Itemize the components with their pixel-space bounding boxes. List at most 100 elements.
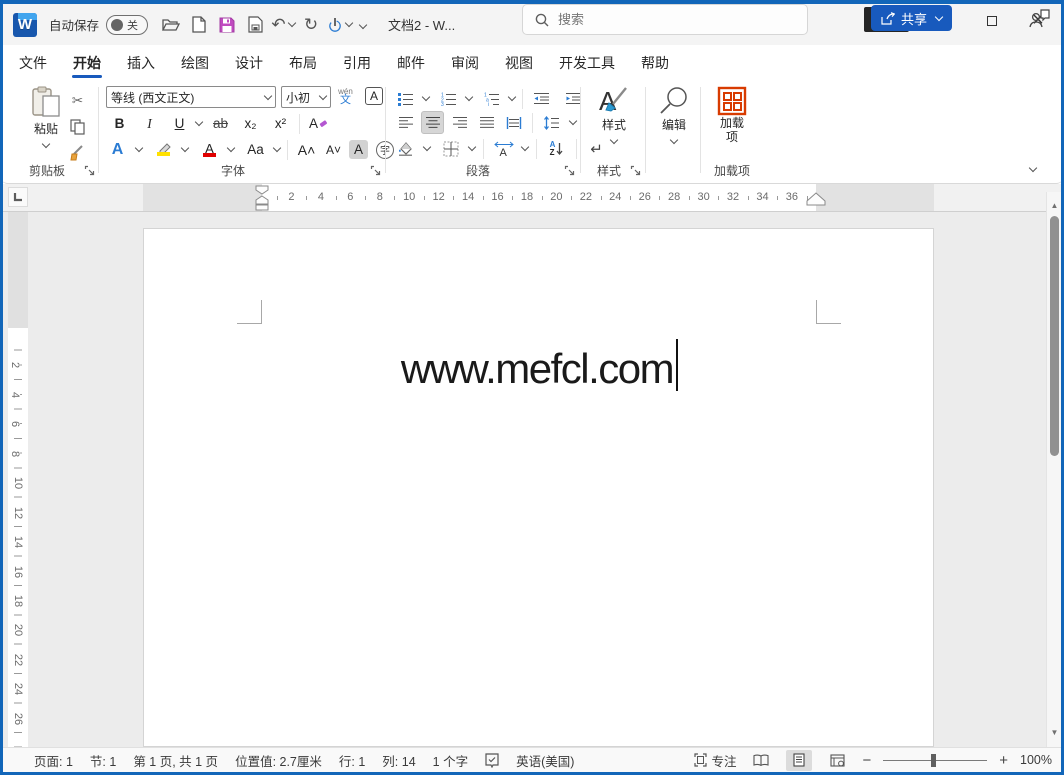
change-case-dropdown-icon[interactable] bbox=[273, 144, 281, 152]
right-indent-marker[interactable] bbox=[806, 192, 826, 206]
word-logo-icon[interactable]: W bbox=[13, 13, 37, 37]
align-center-icon[interactable] bbox=[421, 111, 444, 134]
numbering-button[interactable]: 123 bbox=[437, 87, 460, 110]
tab-file[interactable]: 文件 bbox=[6, 45, 60, 81]
bold-button[interactable]: B bbox=[108, 112, 131, 135]
multilevel-list-button[interactable]: 1ai bbox=[480, 87, 503, 110]
shrink-font-button[interactable]: A˅ bbox=[322, 138, 345, 161]
document-text-line[interactable]: www.mefcl.com bbox=[144, 339, 935, 393]
touch-mouse-mode-button[interactable] bbox=[326, 11, 352, 39]
zoom-in-icon[interactable]: + bbox=[999, 752, 1008, 769]
vertical-scrollbar[interactable]: ▲ ▼ bbox=[1046, 192, 1061, 747]
borders-button[interactable] bbox=[439, 137, 462, 160]
share-button[interactable]: 共享 bbox=[871, 5, 952, 31]
tab-selector[interactable] bbox=[8, 187, 28, 207]
scroll-down-icon[interactable]: ▼ bbox=[1047, 725, 1062, 739]
comments-person-icon[interactable] bbox=[1022, 5, 1056, 32]
grow-font-button[interactable]: A˄ bbox=[295, 138, 318, 161]
increase-indent-icon[interactable] bbox=[562, 87, 585, 110]
line-spacing-dropdown-icon[interactable] bbox=[569, 117, 577, 125]
italic-button[interactable]: I bbox=[138, 112, 161, 135]
tab-draw[interactable]: 绘图 bbox=[168, 45, 222, 81]
cut-icon[interactable]: ✂ bbox=[66, 89, 89, 112]
format-painter-icon[interactable] bbox=[66, 141, 89, 164]
tab-help[interactable]: 帮助 bbox=[628, 45, 682, 81]
line-spacing-button[interactable] bbox=[540, 111, 563, 134]
save-icon[interactable] bbox=[214, 11, 240, 39]
vertical-ruler[interactable]: 2468101214161820222426 bbox=[8, 212, 28, 747]
zoom-slider-handle[interactable] bbox=[931, 754, 936, 767]
shading-dropdown-icon[interactable] bbox=[423, 143, 431, 151]
search-input[interactable] bbox=[558, 12, 778, 27]
distribute-text-icon[interactable] bbox=[502, 111, 525, 134]
hanging-indent-marker[interactable] bbox=[255, 195, 269, 211]
superscript-button[interactable]: x² bbox=[269, 112, 292, 135]
new-document-icon[interactable] bbox=[186, 11, 212, 39]
numbering-dropdown-icon[interactable] bbox=[465, 93, 473, 101]
clear-formatting-button[interactable]: A bbox=[307, 112, 330, 135]
tab-layout[interactable]: 布局 bbox=[276, 45, 330, 81]
print-layout-button[interactable] bbox=[786, 750, 812, 771]
tab-design[interactable]: 设计 bbox=[222, 45, 276, 81]
editing-button[interactable]: 编辑 bbox=[650, 86, 698, 143]
sort-button[interactable]: AZ bbox=[545, 137, 568, 160]
redo-icon[interactable]: ↻ bbox=[298, 11, 324, 39]
document-text[interactable]: www.mefcl.com bbox=[401, 345, 673, 392]
paragraph-dialog-launcher-icon[interactable] bbox=[564, 165, 576, 177]
document-page[interactable]: www.mefcl.com bbox=[143, 228, 934, 747]
tab-view[interactable]: 视图 bbox=[492, 45, 546, 81]
highlight-button[interactable] bbox=[152, 138, 175, 161]
styles-dialog-launcher-icon[interactable] bbox=[630, 165, 642, 177]
touch-mode-dropdown-icon[interactable] bbox=[344, 19, 352, 27]
change-case-button[interactable]: Aa bbox=[244, 138, 267, 161]
character-scaling-button[interactable]: A bbox=[492, 137, 515, 160]
phonetic-guide-button[interactable]: wén 文 bbox=[334, 84, 357, 107]
status-language[interactable]: 英语(美国) bbox=[516, 751, 574, 770]
zoom-slider[interactable] bbox=[883, 760, 987, 761]
shading-button[interactable] bbox=[394, 137, 417, 160]
status-position[interactable]: 位置值: 2.7厘米 bbox=[235, 751, 322, 770]
character-scaling-dropdown-icon[interactable] bbox=[521, 143, 529, 151]
font-color-dropdown-icon[interactable] bbox=[227, 144, 235, 152]
tab-insert[interactable]: 插入 bbox=[114, 45, 168, 81]
autosave-toggle[interactable]: 关 bbox=[106, 15, 148, 35]
bullets-button[interactable] bbox=[394, 87, 417, 110]
font-dialog-launcher-icon[interactable] bbox=[370, 165, 382, 177]
multilevel-dropdown-icon[interactable] bbox=[508, 93, 516, 101]
paste-button[interactable]: 粘贴 bbox=[24, 86, 68, 147]
character-shading-button[interactable]: A bbox=[349, 140, 368, 159]
underline-dropdown-icon[interactable] bbox=[195, 118, 203, 126]
focus-button[interactable]: 专注 bbox=[694, 751, 736, 770]
subscript-button[interactable]: x₂ bbox=[239, 112, 262, 135]
tab-review[interactable]: 审阅 bbox=[438, 45, 492, 81]
copy-icon[interactable] bbox=[66, 115, 89, 138]
strikethrough-button[interactable]: ab bbox=[209, 112, 232, 135]
open-folder-icon[interactable] bbox=[158, 11, 184, 39]
highlight-dropdown-icon[interactable] bbox=[181, 144, 189, 152]
decrease-indent-icon[interactable] bbox=[530, 87, 553, 110]
undo-dropdown-icon[interactable] bbox=[287, 19, 295, 27]
status-word-count[interactable]: 1 个字 bbox=[433, 751, 468, 770]
underline-button[interactable]: U bbox=[168, 112, 191, 135]
tab-mailings[interactable]: 邮件 bbox=[384, 45, 438, 81]
clipboard-dialog-launcher-icon[interactable] bbox=[84, 165, 96, 177]
align-left-icon[interactable] bbox=[394, 111, 417, 134]
tab-developer[interactable]: 开发工具 bbox=[546, 45, 628, 81]
zoom-out-icon[interactable]: − bbox=[862, 752, 871, 769]
undo-button[interactable]: ↶ bbox=[270, 11, 296, 39]
maximize-button[interactable] bbox=[969, 0, 1015, 41]
font-color-button[interactable]: A bbox=[198, 138, 221, 161]
status-page-number[interactable]: 页面: 1 bbox=[34, 751, 73, 770]
font-name-combo[interactable]: 等线 (西文正文) bbox=[106, 86, 276, 108]
status-line[interactable]: 行: 1 bbox=[339, 751, 365, 770]
web-layout-button[interactable] bbox=[824, 750, 850, 771]
status-section[interactable]: 节: 1 bbox=[90, 751, 116, 770]
styles-button[interactable]: A 样式 bbox=[589, 86, 639, 143]
status-column[interactable]: 列: 14 bbox=[382, 751, 415, 770]
borders-dropdown-icon[interactable] bbox=[468, 143, 476, 151]
search-box[interactable] bbox=[522, 4, 808, 35]
character-border-button[interactable]: A bbox=[365, 87, 383, 105]
customize-qat-icon[interactable] bbox=[354, 11, 372, 39]
bullets-dropdown-icon[interactable] bbox=[422, 93, 430, 101]
read-mode-button[interactable] bbox=[748, 750, 774, 771]
